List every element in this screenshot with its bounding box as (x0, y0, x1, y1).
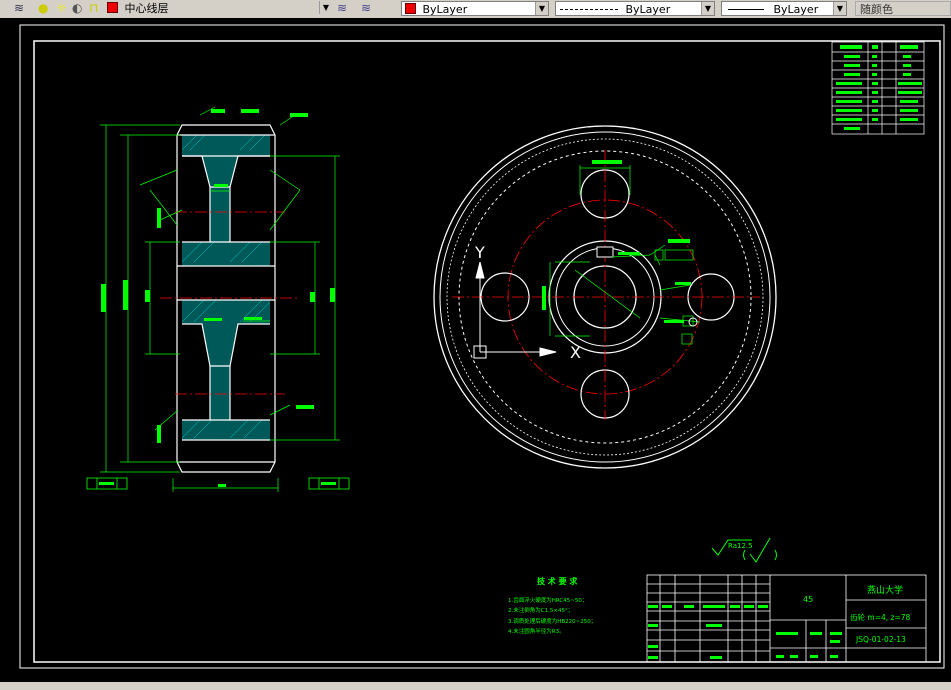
lineweight-dropdown-label: ByLayer (773, 3, 819, 16)
material-label: 45 (803, 595, 813, 604)
color-swatch (405, 3, 416, 14)
linetype-dropdown-label: ByLayer (625, 3, 671, 16)
chevron-down-icon[interactable]: ▼ (701, 2, 714, 15)
color-dropdown-label: ByLayer (422, 3, 468, 16)
layer-previous-icon[interactable]: ≋ (361, 1, 371, 16)
layer-on-bulb-icon[interactable]: ● (38, 1, 48, 16)
layer-thaw-sun-icon[interactable]: ☼ (56, 1, 67, 16)
layer-manager-icon[interactable]: ≋ (14, 1, 24, 16)
layer-unlock-icon[interactable]: ⊓ (89, 1, 98, 16)
layer-viewport-icon[interactable]: ◐ (72, 1, 82, 16)
status-bar (0, 682, 951, 690)
gear-parameter-table (831, 41, 925, 135)
layer-color-swatch (107, 2, 118, 13)
university-label: 燕山大学 (867, 584, 903, 596)
tech-note: 4.未注圆角半径为R3。 (508, 627, 565, 635)
lineweight-sample-icon (728, 9, 764, 10)
layer-dropdown-label: 中心线层 (124, 2, 169, 15)
layer-dropdown[interactable]: 中心线层 ▼ (104, 1, 332, 16)
gear-front-view (433, 125, 777, 469)
layer-properties-toolbar: ≋ ● ☼ ◐ ⊓ 中心线层 ▼ ≋ ≋ ByLayer ▼ ByLayer ▼… (0, 0, 951, 19)
color-dropdown[interactable]: ByLayer ▼ (401, 1, 549, 16)
chevron-down-icon[interactable]: ▼ (535, 2, 548, 15)
part-name-label: 齿轮 m=4, z=78 (850, 612, 911, 622)
tech-note: 2.未注倒角为C1.5×45°； (508, 606, 573, 614)
gear-section-view (86, 106, 350, 492)
plotstyle-dropdown[interactable]: 随颜色 (855, 1, 951, 16)
ucs-x-label: X (570, 343, 581, 362)
tech-requirements-title: 技 术 要 求 (537, 576, 578, 586)
tech-note: 3.调质处理后硬度为HB220~250； (508, 617, 596, 625)
plotstyle-dropdown-label: 随颜色 (860, 3, 893, 16)
chevron-down-icon[interactable]: ▼ (319, 1, 332, 14)
cad-drawing[interactable]: Y X Ra12.5 技 术 要 求 1.齿面淬火硬度为HRC45~50； 2.… (0, 18, 951, 682)
tech-requirements-list: 1.齿面淬火硬度为HRC45~50； 2.未注倒角为C1.5×45°； 3.调质… (508, 596, 596, 635)
ucs-y-label: Y (474, 243, 485, 262)
linetype-sample-icon (560, 9, 618, 10)
lineweight-dropdown[interactable]: ByLayer ▼ (721, 1, 847, 16)
linetype-dropdown[interactable]: ByLayer ▼ (555, 1, 715, 16)
make-layer-current-icon[interactable]: ≋ (337, 1, 347, 16)
tech-note: 1.齿面淬火硬度为HRC45~50； (508, 596, 587, 604)
chevron-down-icon[interactable]: ▼ (833, 2, 846, 15)
roughness-label: Ra12.5 (728, 542, 753, 550)
drawing-canvas[interactable]: Y X Ra12.5 技 术 要 求 1.齿面淬火硬度为HRC45~50； 2.… (0, 18, 951, 682)
drawing-number-label: JSQ-01-02-13 (855, 635, 906, 644)
